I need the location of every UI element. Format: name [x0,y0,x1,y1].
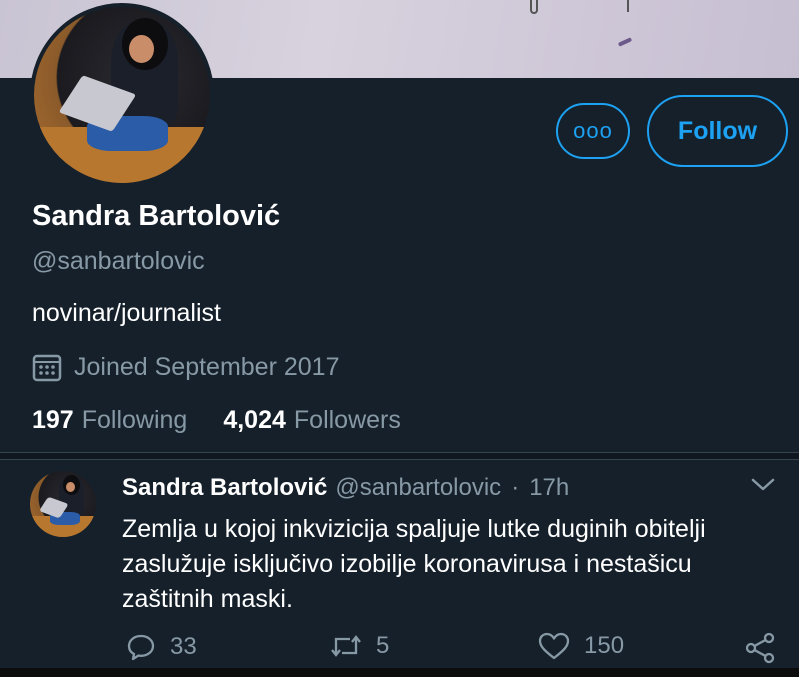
heart-icon [538,632,570,660]
like-count: 150 [584,632,625,659]
avatar-photo [34,7,210,183]
more-icon: ooo [573,118,613,143]
banner-mark [530,0,538,14]
joined-text: Joined September 2017 [74,353,340,381]
tweet-author-handle[interactable]: @sanbartolovic [335,474,501,502]
follow-button[interactable]: Follow [647,95,788,167]
share-icon [745,632,775,664]
bottom-edge [0,668,799,677]
following-label: Following [81,406,188,434]
section-divider [0,452,799,460]
profile-avatar[interactable] [30,3,214,187]
tweet-author-name[interactable]: Sandra Bartolović [122,474,327,502]
retweet-button[interactable]: 5 [330,632,389,660]
profile-handle: @sanbartolovic [32,247,205,275]
more-options-button[interactable]: ooo [556,103,630,159]
banner-mark [627,0,629,12]
tweet-separator: · [511,474,520,501]
followers-count: 4,024 [223,406,286,434]
share-button[interactable] [744,632,790,664]
reply-count: 33 [170,633,197,660]
banner-bird [617,37,633,47]
tweet-text: Zemlja u kojoj inkvizicija spaljuje lutk… [122,515,706,613]
reply-icon [127,634,155,661]
calendar-icon [32,354,62,381]
reply-button[interactable]: 33 [126,632,197,662]
following-count: 197 [32,406,74,434]
tweet-actions: 33 5 150 [0,632,799,672]
avatar-photo [30,471,96,537]
followers-link[interactable]: 4,024 Followers [223,406,401,435]
tweet-avatar[interactable] [30,471,96,537]
retweet-count: 5 [376,632,390,659]
display-name: Sandra Bartolović [32,200,281,232]
tweet-header: Sandra Bartolović @sanbartolovic · 17h [122,474,569,502]
like-button[interactable]: 150 [538,632,624,660]
joined-date: Joined September 2017 [32,353,339,382]
following-link[interactable]: 197 Following [32,406,187,435]
followers-label: Followers [293,406,401,434]
retweet-icon [331,635,361,657]
profile-stats: 197 Following 4,024 Followers [32,406,401,435]
chevron-down-icon[interactable] [750,476,776,494]
tweet-timestamp[interactable]: 17h [529,474,569,502]
follow-label: Follow [677,116,758,145]
profile-bio: novinar/journalist [32,299,221,327]
